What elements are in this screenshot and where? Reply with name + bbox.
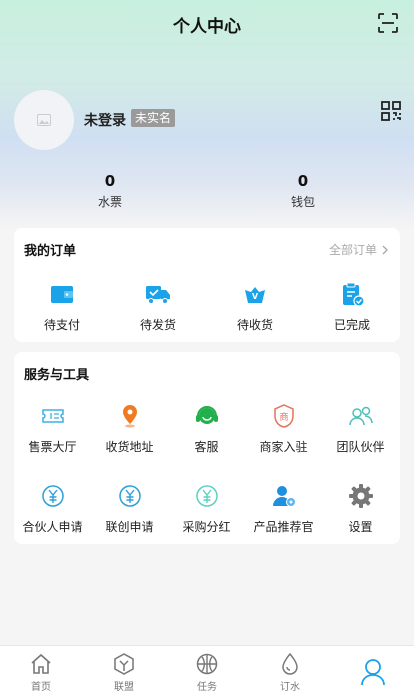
tab-profile[interactable] <box>343 658 403 686</box>
services-card: 服务与工具 售票大厅 收货地址 客服 商 商家入驻 团队伙伴 合伙人申请 联创申… <box>14 352 400 544</box>
qr-code-icon[interactable] <box>380 100 402 122</box>
yen-icon <box>195 485 218 507</box>
user-icon <box>361 659 385 686</box>
service-label: 售票大厅 <box>28 440 77 454</box>
service-label: 设置 <box>348 520 373 534</box>
order-label: 待收货 <box>236 318 273 332</box>
order-pending-shipment[interactable]: 待发货 <box>118 280 198 333</box>
service-merchant-join[interactable]: 商 商家入驻 <box>245 402 322 455</box>
tab-tasks[interactable]: 任务 <box>177 652 237 693</box>
service-label: 团队伙伴 <box>336 440 385 454</box>
svg-text:商: 商 <box>279 411 288 423</box>
order-label: 待发货 <box>139 318 176 332</box>
clipboard-check-icon <box>343 282 365 307</box>
stat-water-ticket[interactable]: 0 水票 <box>70 172 150 210</box>
stat-label: 钱包 <box>290 195 315 209</box>
image-placeholder-icon <box>37 114 51 126</box>
order-label: 待支付 <box>43 318 80 332</box>
team-icon <box>348 406 373 426</box>
user-badge-icon <box>272 486 296 507</box>
service-purchase-dividend[interactable]: 采购分红 <box>168 482 245 535</box>
service-label: 产品推荐官 <box>253 520 314 534</box>
verification-badge: 未实名 <box>131 109 176 127</box>
gear-icon <box>348 484 373 508</box>
water-drop-icon <box>282 652 298 675</box>
tab-home[interactable]: 首页 <box>11 652 71 693</box>
service-team-partners[interactable]: 团队伙伴 <box>322 402 399 455</box>
scan-icon[interactable] <box>376 11 400 35</box>
orders-title: 我的订单 <box>24 244 77 259</box>
service-address[interactable]: 收货地址 <box>91 402 168 455</box>
service-settings[interactable]: 设置 <box>322 482 399 535</box>
tab-label: 任务 <box>197 682 217 693</box>
tab-label: 订水 <box>280 682 300 693</box>
cube-icon <box>114 653 134 675</box>
service-partner-apply[interactable]: 合伙人申请 <box>14 482 91 535</box>
service-label: 采购分红 <box>182 520 231 534</box>
chevron-right-icon <box>382 245 388 254</box>
service-customer-support[interactable]: 客服 <box>168 402 245 455</box>
location-icon <box>122 405 137 428</box>
service-label: 收货地址 <box>105 440 154 454</box>
truck-icon <box>146 286 170 304</box>
stat-wallet[interactable]: 0 钱包 <box>263 172 343 210</box>
services-title: 服务与工具 <box>24 368 90 383</box>
order-pending-receipt[interactable]: V 待收货 <box>215 280 295 333</box>
headset-icon <box>195 406 218 424</box>
stat-label: 水票 <box>97 195 122 209</box>
tab-label: 联盟 <box>114 682 134 693</box>
service-label: 商家入驻 <box>259 440 308 454</box>
all-orders-label: 全部订单 <box>328 243 377 257</box>
tab-alliance[interactable]: 联盟 <box>94 652 154 693</box>
all-orders-link[interactable]: 全部订单 <box>329 241 390 258</box>
service-ticket-hall[interactable]: 售票大厅 <box>14 402 91 455</box>
yen-icon <box>118 485 141 507</box>
receive-icon: V <box>245 287 265 303</box>
order-completed[interactable]: 已完成 <box>312 280 392 333</box>
home-icon <box>31 653 51 674</box>
order-pending-payment[interactable]: 待支付 <box>22 280 102 333</box>
order-label: 已完成 <box>333 318 370 332</box>
avatar[interactable] <box>14 90 74 150</box>
tab-order-water[interactable]: 订水 <box>260 652 320 693</box>
shop-icon: 商 <box>273 404 294 428</box>
service-label: 客服 <box>194 440 219 454</box>
svg-text:V: V <box>252 292 259 301</box>
service-co-founder-apply[interactable]: 联创申请 <box>91 482 168 535</box>
stat-value: 0 <box>297 172 309 190</box>
service-label: 合伙人申请 <box>22 520 83 534</box>
yen-icon <box>41 485 64 507</box>
orders-card: 我的订单 全部订单 待支付 待发货 V 待收货 已完成 <box>14 228 400 342</box>
service-label: 联创申请 <box>105 520 154 534</box>
bottom-tab-bar: 首页 联盟 任务 订水 <box>0 645 414 700</box>
login-status[interactable]: 未登录 <box>84 110 126 130</box>
ticket-icon <box>41 409 64 423</box>
wallet-icon <box>51 286 73 303</box>
globe-icon <box>196 653 218 675</box>
page-title: 个人中心 <box>173 17 241 37</box>
stat-value: 0 <box>104 172 116 190</box>
tab-label: 首页 <box>31 682 51 693</box>
service-product-recommender[interactable]: 产品推荐官 <box>245 482 322 535</box>
